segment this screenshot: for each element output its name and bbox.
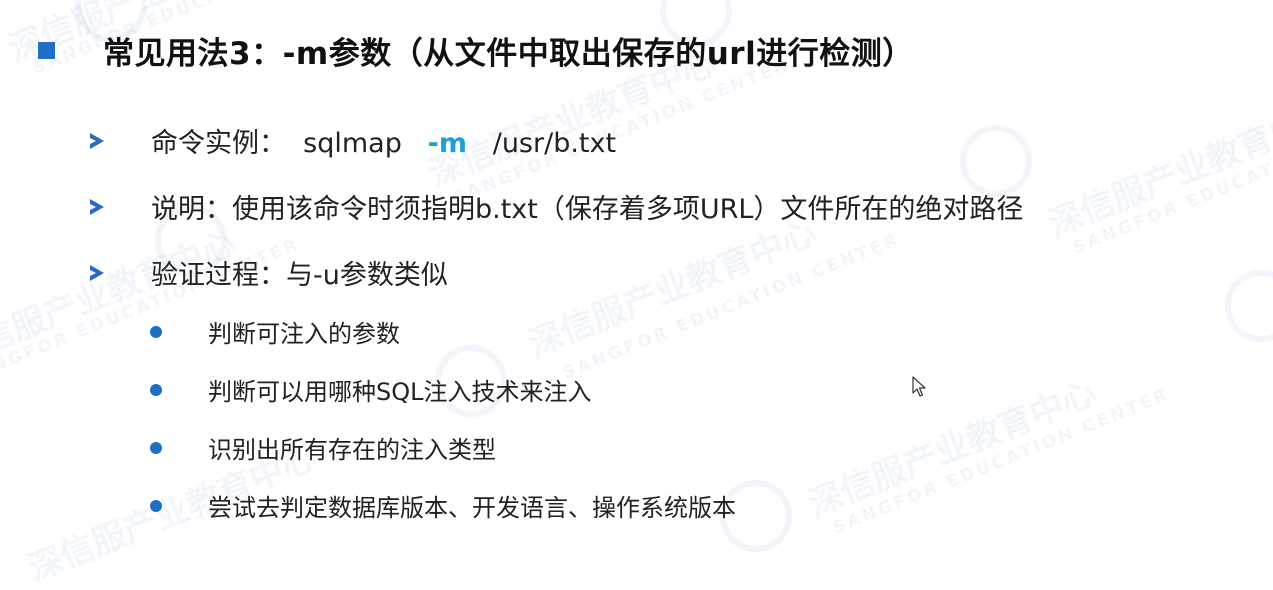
arrow-bullet-icon	[90, 132, 104, 149]
arrow-bullet-icon	[90, 264, 104, 281]
command-flag: -m	[427, 128, 467, 159]
dot-bullet-icon	[150, 499, 162, 512]
dot-bullet-icon	[150, 325, 162, 338]
verification-text: 验证过程：与-u参数类似	[151, 260, 448, 291]
sub-bullet-text: 判断可注入的参数	[208, 320, 400, 348]
title-text: 常见用法3：-m参数（从文件中取出保存的url进行检测）	[103, 36, 914, 72]
sub-bullet: 判断可以用哪种SQL注入技术来注入	[150, 372, 592, 407]
sub-bullet: 判断可注入的参数	[150, 314, 400, 349]
sub-bullet-text: 识别出所有存在的注入类型	[208, 436, 496, 464]
sub-bullet: 识别出所有存在的注入类型	[150, 430, 496, 465]
slide: 常见用法3：-m参数（从文件中取出保存的url进行检测） 命令实例： sqlma…	[0, 0, 1273, 563]
slide-title: 常见用法3：-m参数（从文件中取出保存的url进行检测）	[38, 28, 914, 73]
command-example-line: 命令实例： sqlmap -m /usr/b.txt	[151, 121, 616, 160]
square-bullet-icon	[38, 42, 55, 59]
dot-bullet-icon	[150, 383, 162, 396]
command-name: sqlmap	[303, 128, 402, 159]
description-text: 说明：使用该命令时须指明b.txt（保存着多项URL）文件所在的绝对路径	[151, 194, 1024, 225]
dot-bullet-icon	[150, 441, 162, 454]
command-example-label: 命令实例：	[151, 128, 286, 159]
bullet-description: 说明：使用该命令时须指明b.txt（保存着多项URL）文件所在的绝对路径	[90, 187, 1023, 226]
command-argument: /usr/b.txt	[492, 128, 617, 159]
sub-bullet: 尝试去判定数据库版本、开发语言、操作系统版本	[150, 488, 736, 523]
bullet-command-example: 命令实例： sqlmap -m /usr/b.txt	[90, 121, 616, 160]
mouse-pointer-icon	[912, 376, 926, 397]
arrow-bullet-icon	[90, 198, 104, 215]
sub-bullet-text: 判断可以用哪种SQL注入技术来注入	[208, 378, 592, 406]
sub-bullet-text: 尝试去判定数据库版本、开发语言、操作系统版本	[208, 494, 736, 522]
bullet-verification: 验证过程：与-u参数类似	[90, 253, 448, 292]
